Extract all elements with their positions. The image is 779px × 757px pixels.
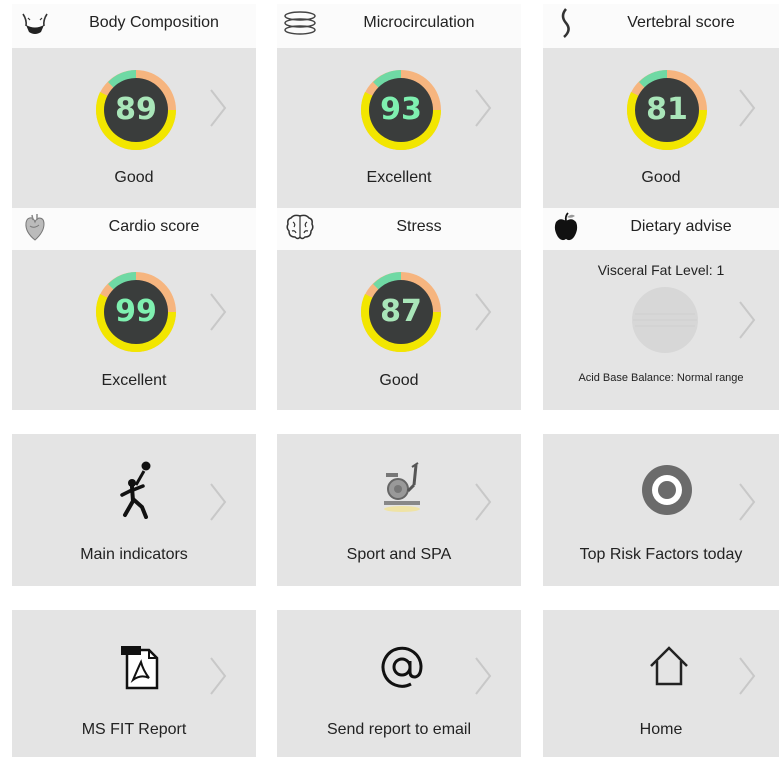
running-person-icon bbox=[114, 460, 158, 520]
chevron-right-icon[interactable] bbox=[473, 656, 493, 696]
chevron-right-icon[interactable] bbox=[737, 656, 757, 696]
send-report-email-tile[interactable]: Send report to email bbox=[277, 610, 521, 757]
score-gauge: 99 bbox=[92, 268, 180, 356]
home-tile[interactable]: Home bbox=[543, 610, 779, 757]
brain-icon bbox=[283, 208, 317, 246]
acid-base-balance: Acid Base Balance: Normal range bbox=[578, 372, 744, 384]
chevron-right-icon[interactable] bbox=[737, 88, 757, 128]
card-title: Microcirculation bbox=[363, 14, 475, 31]
score-status: Good bbox=[641, 169, 681, 186]
card-title: Stress bbox=[396, 218, 442, 235]
target-icon bbox=[641, 464, 693, 516]
body-composition-card[interactable]: Body Composition 89 Good bbox=[12, 4, 256, 208]
tile-label: Sport and SPA bbox=[346, 546, 452, 563]
card-header: Cardio score bbox=[12, 208, 256, 250]
tile-label: Home bbox=[639, 721, 683, 738]
pdf-document-icon bbox=[118, 644, 162, 690]
chevron-right-icon[interactable] bbox=[737, 482, 757, 522]
score-value: 87 bbox=[380, 294, 422, 329]
score-gauge: 93 bbox=[357, 66, 445, 154]
microcirculation-card[interactable]: Microcirculation 93 Excellent bbox=[277, 4, 521, 208]
stress-card[interactable]: Stress 87 Good bbox=[277, 208, 521, 410]
chevron-right-icon[interactable] bbox=[208, 482, 228, 522]
score-gauge: 87 bbox=[357, 268, 445, 356]
chevron-right-icon[interactable] bbox=[473, 482, 493, 522]
chevron-right-icon[interactable] bbox=[208, 88, 228, 128]
chevron-right-icon[interactable] bbox=[208, 292, 228, 332]
tile-label: MS FIT Report bbox=[81, 721, 187, 738]
score-status: Excellent bbox=[366, 169, 432, 186]
cardio-score-card[interactable]: Cardio score 99 Excellent bbox=[12, 208, 256, 410]
top-risk-factors-tile[interactable]: Top Risk Factors today bbox=[543, 434, 779, 586]
card-title: Vertebral score bbox=[627, 14, 735, 31]
score-value: 89 bbox=[115, 92, 157, 127]
dietary-advise-card[interactable]: Dietary advise Visceral Fat Level: 1 Aci… bbox=[543, 208, 779, 410]
vessels-icon bbox=[283, 4, 317, 42]
vertebral-score-card[interactable]: Vertebral score 81 Good bbox=[543, 4, 779, 208]
chevron-right-icon[interactable] bbox=[473, 292, 493, 332]
heart-icon bbox=[18, 208, 52, 246]
score-value: 81 bbox=[646, 92, 688, 127]
card-title: Cardio score bbox=[108, 218, 200, 235]
visceral-fat-level: Visceral Fat Level: 1 bbox=[597, 262, 725, 278]
ms-fit-report-tile[interactable]: MS FIT Report bbox=[12, 610, 256, 757]
score-status: Excellent bbox=[101, 372, 167, 389]
at-sign-icon bbox=[377, 644, 427, 690]
tile-label: Main indicators bbox=[80, 546, 188, 563]
main-indicators-tile[interactable]: Main indicators bbox=[12, 434, 256, 586]
score-gauge: 89 bbox=[92, 66, 180, 154]
card-header: Stress bbox=[277, 208, 521, 250]
tile-label: Top Risk Factors today bbox=[579, 546, 743, 563]
card-header: Body Composition bbox=[12, 4, 256, 48]
score-gauge: 81 bbox=[623, 66, 711, 154]
score-status: Good bbox=[114, 169, 154, 186]
card-title: Dietary advise bbox=[630, 218, 732, 235]
exercise-bike-icon bbox=[377, 460, 429, 516]
card-header: Vertebral score bbox=[543, 4, 779, 48]
score-status: Good bbox=[379, 372, 419, 389]
card-header: Dietary advise bbox=[543, 208, 779, 250]
sport-and-spa-tile[interactable]: Sport and SPA bbox=[277, 434, 521, 586]
score-value: 93 bbox=[380, 92, 422, 127]
body-silhouette-icon bbox=[18, 4, 52, 42]
placeholder-circle bbox=[632, 287, 698, 353]
home-icon bbox=[647, 644, 691, 688]
chevron-right-icon[interactable] bbox=[473, 88, 493, 128]
card-title: Body Composition bbox=[89, 14, 219, 31]
chevron-right-icon[interactable] bbox=[208, 656, 228, 696]
chevron-right-icon[interactable] bbox=[737, 300, 757, 340]
card-header: Microcirculation bbox=[277, 4, 521, 48]
apple-icon bbox=[549, 208, 583, 246]
tile-label: Send report to email bbox=[326, 721, 472, 738]
spine-icon bbox=[549, 4, 583, 42]
score-value: 99 bbox=[115, 294, 157, 329]
